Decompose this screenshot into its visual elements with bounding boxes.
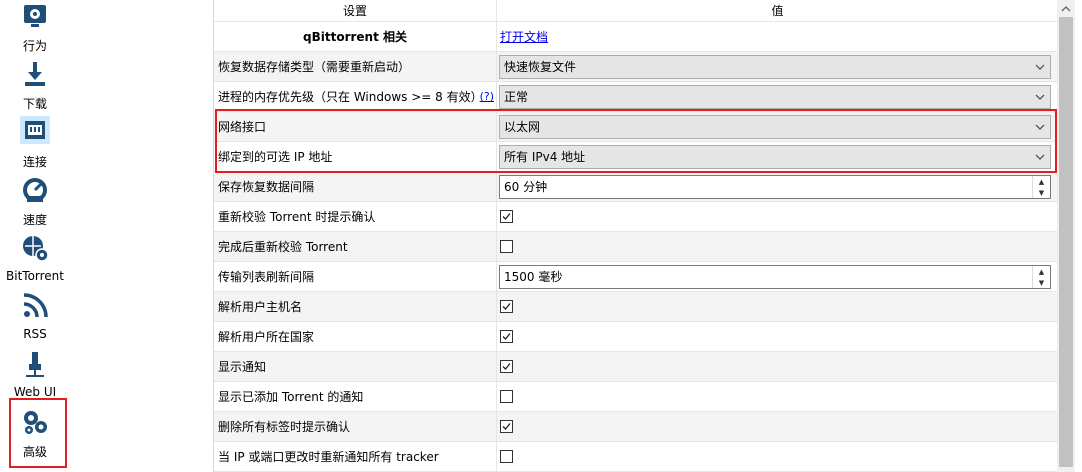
sidebar-item-label: 行为 bbox=[22, 39, 47, 53]
table-row: 当 IP 或端口更改时重新通知所有 tracker bbox=[214, 442, 1058, 472]
sidebar-item-speed[interactable]: 速度 bbox=[0, 174, 70, 232]
sidebar-item-label: RSS bbox=[23, 327, 47, 341]
column-header-value[interactable]: 值 bbox=[497, 0, 1058, 22]
chevron-down-icon bbox=[1035, 94, 1045, 100]
table-row: 传输列表刷新间隔 1500 毫秒 ▲ ▼ bbox=[214, 262, 1058, 292]
refresh-interval-spinbox[interactable]: 1500 毫秒 ▲ ▼ bbox=[499, 265, 1051, 289]
table-row: 删除所有标签时提示确认 bbox=[214, 412, 1058, 442]
sidebar-item-label: 下载 bbox=[22, 97, 47, 111]
chevron-down-icon bbox=[1035, 64, 1045, 70]
globe-gear-icon bbox=[20, 234, 50, 262]
recheck-completed-checkbox[interactable] bbox=[500, 240, 513, 253]
row-label: 当 IP 或端口更改时重新通知所有 tracker bbox=[214, 442, 497, 472]
row-label: 删除所有标签时提示确认 bbox=[214, 412, 497, 442]
vertical-scrollbar[interactable] bbox=[1057, 0, 1075, 472]
open-docs-link[interactable]: 打开文档 bbox=[497, 30, 548, 44]
plug-icon bbox=[20, 350, 50, 378]
sidebar-item-label: BitTorrent bbox=[6, 269, 64, 283]
sidebar-item-downloads[interactable]: 下载 bbox=[0, 58, 70, 116]
section-title: qBittorrent 相关 bbox=[214, 22, 497, 52]
table-row: 显示通知 bbox=[214, 352, 1058, 382]
highlight-box bbox=[9, 398, 67, 468]
sidebar-item-label: 速度 bbox=[22, 213, 47, 227]
memory-priority-combo[interactable]: 正常 bbox=[499, 85, 1051, 109]
scrollbar-thumb[interactable] bbox=[1059, 17, 1073, 467]
table-row: 解析用户所在国家 bbox=[214, 322, 1058, 352]
delete-tags-confirm-checkbox[interactable] bbox=[500, 420, 513, 433]
save-interval-spinbox[interactable]: 60 分钟 ▲ ▼ bbox=[499, 175, 1051, 199]
table-row: 保存恢复数据间隔 60 分钟 ▲ ▼ bbox=[214, 172, 1058, 202]
row-label: 完成后重新校验 Torrent bbox=[214, 232, 497, 262]
row-label: 保存恢复数据间隔 bbox=[214, 172, 497, 202]
row-label: 解析用户所在国家 bbox=[214, 322, 497, 352]
resolve-hostname-checkbox[interactable] bbox=[500, 300, 513, 313]
table-row: 显示已添加 Torrent 的通知 bbox=[214, 382, 1058, 412]
row-label: 显示已添加 Torrent 的通知 bbox=[214, 382, 497, 412]
sidebar-item-connection[interactable]: 连接 bbox=[0, 116, 70, 174]
rss-icon bbox=[20, 292, 50, 320]
checkmark-icon bbox=[502, 363, 511, 370]
row-label: 恢复数据存储类型（需要重新启动） bbox=[214, 52, 497, 82]
table-row: 恢复数据存储类型（需要重新启动） 快速恢复文件 bbox=[214, 52, 1058, 82]
checkmark-icon bbox=[502, 423, 511, 430]
table-row: 进程的内存优先级（只在 Windows >= 8 有效） (?) 正常 bbox=[214, 82, 1058, 112]
checkmark-icon bbox=[502, 303, 511, 310]
column-header-setting[interactable]: 设置 bbox=[214, 0, 497, 22]
row-label: 传输列表刷新间隔 bbox=[214, 262, 497, 292]
spin-down-icon[interactable]: ▼ bbox=[1033, 187, 1050, 198]
settings-icon bbox=[20, 2, 50, 30]
spin-down-icon[interactable]: ▼ bbox=[1033, 277, 1050, 288]
checkmark-icon bbox=[502, 333, 511, 340]
network-icon bbox=[20, 116, 50, 144]
sidebar-item-label: 连接 bbox=[22, 155, 47, 169]
sidebar-item-label: Web UI bbox=[13, 385, 57, 399]
row-label: 解析用户主机名 bbox=[214, 292, 497, 322]
table-row: 解析用户主机名 bbox=[214, 292, 1058, 322]
highlight-box bbox=[215, 109, 1057, 173]
table-row: 重新校验 Torrent 时提示确认 bbox=[214, 202, 1058, 232]
sidebar-item-bittorrent[interactable]: BitTorrent bbox=[0, 232, 70, 290]
resume-storage-combo[interactable]: 快速恢复文件 bbox=[499, 55, 1051, 79]
added-torrent-notify-checkbox[interactable] bbox=[500, 390, 513, 403]
speedometer-icon bbox=[20, 176, 50, 204]
download-icon bbox=[20, 60, 50, 88]
row-label: 显示通知 bbox=[214, 352, 497, 382]
row-label: 重新校验 Torrent 时提示确认 bbox=[214, 202, 497, 232]
checkmark-icon bbox=[502, 213, 511, 220]
sidebar-item-rss[interactable]: RSS bbox=[0, 290, 70, 348]
resolve-country-checkbox[interactable] bbox=[500, 330, 513, 343]
reannounce-trackers-checkbox[interactable] bbox=[500, 450, 513, 463]
settings-table: 设置 值 qBittorrent 相关 打开文档 恢复数据存储类型（需要重新启动… bbox=[213, 0, 1058, 472]
sidebar-item-behavior[interactable]: 行为 bbox=[0, 0, 70, 58]
recheck-confirm-checkbox[interactable] bbox=[500, 210, 513, 223]
section-row: qBittorrent 相关 打开文档 bbox=[214, 22, 1058, 52]
show-notifications-checkbox[interactable] bbox=[500, 360, 513, 373]
scroll-up-icon[interactable] bbox=[1057, 0, 1075, 17]
help-link[interactable]: (?) bbox=[480, 82, 494, 112]
row-label: 进程的内存优先级（只在 Windows >= 8 有效） bbox=[218, 90, 483, 104]
table-row: 完成后重新校验 Torrent bbox=[214, 232, 1058, 262]
